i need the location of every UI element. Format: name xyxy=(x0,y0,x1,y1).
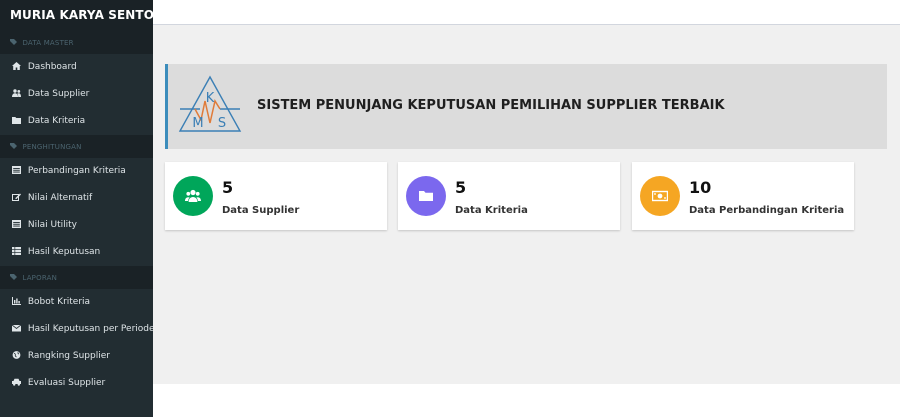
users-icon xyxy=(185,189,201,202)
section-label: DATA MASTER xyxy=(22,39,74,47)
section-header-laporan: LAPORAN xyxy=(0,266,153,289)
section-header-penghitungan: PENGHITUNGAN xyxy=(0,135,153,158)
company-logo: K M S xyxy=(178,75,242,132)
sidebar: MURIA KARYA SENTOSA DATA MASTER Dashboar… xyxy=(0,0,153,417)
stat-value: 10 xyxy=(689,178,712,197)
sidebar-item-label: Data Kriteria xyxy=(27,116,86,126)
sidebar-item-nilai-utility[interactable]: Nilai Utility xyxy=(0,212,153,239)
stat-card-data-kriteria[interactable]: 5 Data Kriteria xyxy=(398,162,620,230)
stat-value: 5 xyxy=(455,178,467,197)
sidebar-item-label: Hasil Keputusan xyxy=(27,247,101,257)
sidebar-item-nilai-alternatif[interactable]: Nilai Alternatif xyxy=(0,185,153,212)
stat-card-data-perbandingan-kriteria[interactable]: 10 Data Perbandingan Kriteria xyxy=(632,162,854,230)
brand-title[interactable]: MURIA KARYA SENTOSA xyxy=(0,0,153,31)
list-icon xyxy=(12,219,21,228)
sidebar-item-label: Hasil Keputusan per Periode xyxy=(27,324,153,334)
sidebar-item-hasil-keputusan-per-periode[interactable]: Hasil Keputusan per Periode xyxy=(0,316,153,343)
sidebar-item-evaluasi-supplier[interactable]: Evaluasi Supplier xyxy=(0,370,153,397)
sidebar-item-label: Nilai Alternatif xyxy=(27,193,93,203)
stat-label: Data Kriteria xyxy=(455,205,528,216)
section-label: LAPORAN xyxy=(22,274,58,282)
stat-icon-circle xyxy=(640,176,680,216)
stat-card-data-supplier[interactable]: 5 Data Supplier xyxy=(165,162,387,230)
sidebar-item-data-supplier[interactable]: Data Supplier xyxy=(0,81,153,108)
users-icon xyxy=(12,88,21,97)
bar-chart-icon xyxy=(12,296,21,305)
main-content: K M S SISTEM PENUNJANG KEPUTUSAN PEMILIH… xyxy=(153,25,900,384)
logo-letter-top: K xyxy=(206,91,215,106)
tags-icon xyxy=(10,273,17,280)
sidebar-item-data-kriteria[interactable]: Data Kriteria xyxy=(0,108,153,135)
list-icon xyxy=(12,165,21,174)
stat-label: Data Perbandingan Kriteria xyxy=(689,205,845,216)
sidebar-item-label: Perbandingan Kriteria xyxy=(27,166,126,176)
page-title: SISTEM PENUNJANG KEPUTUSAN PEMILIHAN SUP… xyxy=(257,98,725,113)
sidebar-item-label: Rangking Supplier xyxy=(27,351,110,361)
logo-letter-right: S xyxy=(218,116,226,131)
globe-icon xyxy=(12,350,21,359)
stat-label: Data Supplier xyxy=(222,205,300,216)
money-icon xyxy=(652,190,668,202)
home-icon xyxy=(12,61,21,70)
hero-banner: K M S SISTEM PENUNJANG KEPUTUSAN PEMILIH… xyxy=(165,64,887,149)
sidebar-item-dashboard[interactable]: Dashboard xyxy=(0,54,153,81)
table-icon xyxy=(12,246,21,255)
car-icon xyxy=(12,378,21,386)
envelope-icon xyxy=(12,324,21,331)
edit-icon xyxy=(12,193,21,201)
stat-icon-circle xyxy=(173,176,213,216)
sidebar-item-rangking-supplier[interactable]: Rangking Supplier xyxy=(0,343,153,370)
tags-icon xyxy=(10,142,17,149)
sidebar-item-perbandingan-kriteria[interactable]: Perbandingan Kriteria xyxy=(0,158,153,185)
sidebar-item-label: Nilai Utility xyxy=(27,220,77,230)
section-label: PENGHITUNGAN xyxy=(22,143,82,151)
top-navbar xyxy=(153,0,900,25)
folder-icon xyxy=(419,191,433,201)
sidebar-item-label: Bobot Kriteria xyxy=(27,297,91,307)
sidebar-item-label: Data Supplier xyxy=(27,89,90,99)
sidebar-item-label: Evaluasi Supplier xyxy=(27,378,106,388)
stat-value: 5 xyxy=(222,178,234,197)
logo-letter-left: M xyxy=(192,116,203,131)
sidebar-item-hasil-keputusan[interactable]: Hasil Keputusan xyxy=(0,239,153,266)
tags-icon xyxy=(10,38,17,45)
sidebar-item-bobot-kriteria[interactable]: Bobot Kriteria xyxy=(0,289,153,316)
section-header-data-master: DATA MASTER xyxy=(0,31,153,54)
folder-icon xyxy=(12,116,21,124)
sidebar-item-label: Dashboard xyxy=(27,62,77,72)
stat-icon-circle xyxy=(406,176,446,216)
